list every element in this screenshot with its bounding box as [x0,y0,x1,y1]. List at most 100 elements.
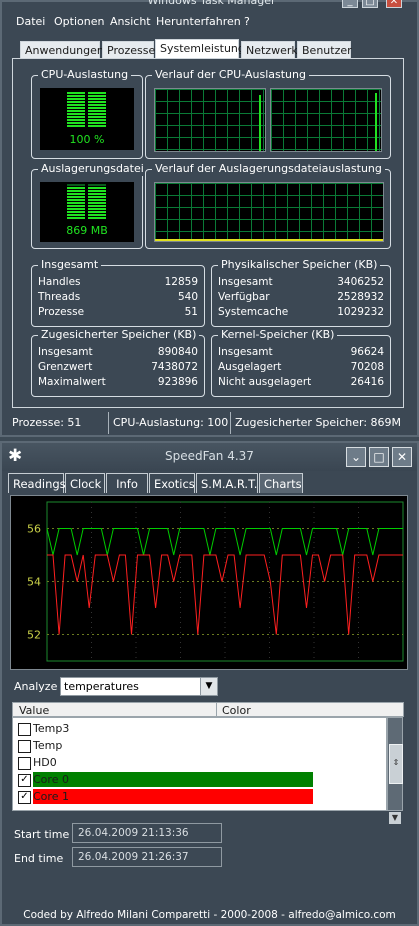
item-label: Temp [33,739,63,752]
physical-label: Verfügbar [218,291,270,303]
checkbox[interactable] [18,757,31,770]
start-time-value: 26.04.2009 21:13:36 [72,823,222,843]
tab-clock[interactable]: Clock [65,473,105,493]
pagefile-meter-bar-left [67,211,85,213]
pagefile-meter-bar-left [67,184,85,186]
scroll-down-icon[interactable]: ▼ [389,812,401,824]
list-item[interactable]: Temp3 [13,720,313,737]
commit-label: Insgesamt [38,346,93,358]
chevron-down-icon[interactable]: ▼ [200,678,217,695]
item-label: HD0 [33,756,57,769]
tab-systemleistung[interactable]: Systemleistung [155,39,245,59]
pagefile-meter-bar-right [88,211,106,213]
status-cpu: CPU-Auslastung: 100% [108,412,228,434]
list-item[interactable]: HD0 [13,754,313,771]
physical-row-total: Insgesamt 3406252 [218,276,384,291]
totals-title: Insgesamt [38,258,102,272]
cpu-meter-bar-left [67,119,85,121]
pagefile-meter-bar-left [67,187,85,189]
pagefile-meter-bar-left [67,199,85,201]
item-label: Temp3 [33,722,70,735]
checkbox[interactable]: ✓ [18,791,31,804]
pagefile-meter-bar-right [88,184,106,186]
commit-charge-title: Zugesicherter Speicher (KB) [38,328,200,342]
cpu-meter-bar-right [88,110,106,112]
minimize-button[interactable]: _ [342,0,358,8]
checkbox[interactable] [18,740,31,753]
pagefile-meter: 869 MB [40,182,134,242]
maximize-button[interactable]: □ [362,0,378,8]
checkbox[interactable]: ✓ [18,774,31,787]
status-commit: Zugesicherter Speicher: 869M [230,412,414,434]
menu-ansicht[interactable]: Ansicht [110,12,151,32]
color-swatch [33,789,313,804]
tab-exotics[interactable]: Exotics [149,473,195,493]
pagefile-group: Auslagerungsdatei 869 MB [31,162,147,249]
checkbox[interactable] [18,723,31,736]
tab-info[interactable]: Info [106,473,148,493]
commit-value: 7438072 [151,361,198,373]
cpu-history-line [259,95,261,151]
pagefile-meter-bar-right [88,217,106,219]
speedfan-maximize-button[interactable]: □ [369,447,389,467]
totals-group: Insgesamt Handles 12859 Threads 540 Prozes… [31,258,205,327]
pagefile-meter-bar-left [67,190,85,192]
totals-row-processes: Prozesse 51 [38,306,198,321]
totals-label: Handles [38,276,81,288]
cpu-history-graph-core0 [154,88,266,152]
physical-memory-title: Physikalischer Speicher (KB) [218,258,381,272]
tab-prozesse[interactable]: Prozesse [102,41,155,59]
column-value[interactable]: Value [19,704,49,717]
cpu-meter-bar-right [88,113,106,115]
kernel-label: Ausgelagert [218,361,282,373]
commit-row-peak: Maximalwert 923896 [38,376,198,391]
speedfan-minimize-button[interactable]: ⌄ [346,447,366,467]
list-scrollbar[interactable]: ⇕ ▼ [387,717,403,824]
speedfan-close-button[interactable]: ✕ [392,447,412,467]
pagefile-meter-bar-left [67,208,85,210]
cpu-meter-bar-left [67,113,85,115]
pagefile-meter-bar-right [88,214,106,216]
analyze-label: Analyze [14,680,58,693]
cpu-meter-bar-left [67,107,85,109]
tab-netzwerk[interactable]: Netzwerk [241,41,298,59]
cpu-meter-bar-left [67,125,85,127]
tab-charts[interactable]: Charts [259,473,303,493]
scroll-thumb[interactable]: ⇕ [389,744,403,784]
speedfan-window: ✱ SpeedFan 4.37 ⌄ □ ✕ Readings Clock Inf… [0,441,419,926]
tab-readings[interactable]: Readings [8,473,66,493]
close-button[interactable]: ✕ [386,0,402,8]
status-processes: Prozesse: 51 [12,416,82,429]
pagefile-meter-bar-right [88,202,106,204]
end-time-label: End time [14,852,64,865]
pagefile-value: 869 MB [66,224,108,237]
list-item[interactable]: Temp [13,737,313,754]
physical-label: Systemcache [218,306,289,318]
cpu-meter-bar-right [88,95,106,97]
tab-anwendungen[interactable]: Anwendungen [20,41,104,59]
menu-datei[interactable]: Datei [16,12,45,32]
tab-smart[interactable]: S.M.A.R.T. [196,473,258,493]
kernel-label: Nicht ausgelagert [218,376,312,388]
cpu-meter-bar-right [88,125,106,127]
list-item[interactable]: ✓ Core 0 [13,771,313,788]
pagefile-meter-bar-right [88,193,106,195]
cpu-history-label: Verlauf der CPU-Auslastung [152,68,309,82]
physical-memory-group: Physikalischer Speicher (KB) Insgesamt 34… [211,258,391,327]
cpu-meter-bar-right [88,119,106,121]
commit-row-limit: Grenzwert 7438072 [38,361,198,376]
credit-line: Coded by Alfredo Milani Comparetti - 200… [23,909,396,921]
menu-herunterfahren[interactable]: Herunterfahren [156,12,241,32]
list-item[interactable]: ✓ Core 1 [13,788,313,805]
menu-optionen[interactable]: Optionen [54,12,104,32]
physical-row-available: Verfügbar 2528932 [218,291,384,306]
tab-benutzer[interactable]: Benutzer [297,41,352,59]
totals-row-threads: Threads 540 [38,291,198,306]
performance-panel: CPU-Auslastung 100 % Verlauf der CPU-Aus… [12,58,404,408]
pagefile-meter-bar-left [67,193,85,195]
column-color[interactable]: Color [222,704,251,717]
item-label: Core 0 [33,773,69,786]
analyze-select[interactable]: temperatures ▼ [60,677,218,696]
cpu-history-group: Verlauf der CPU-Auslastung [145,68,391,159]
menu-help[interactable]: ? [244,12,250,32]
